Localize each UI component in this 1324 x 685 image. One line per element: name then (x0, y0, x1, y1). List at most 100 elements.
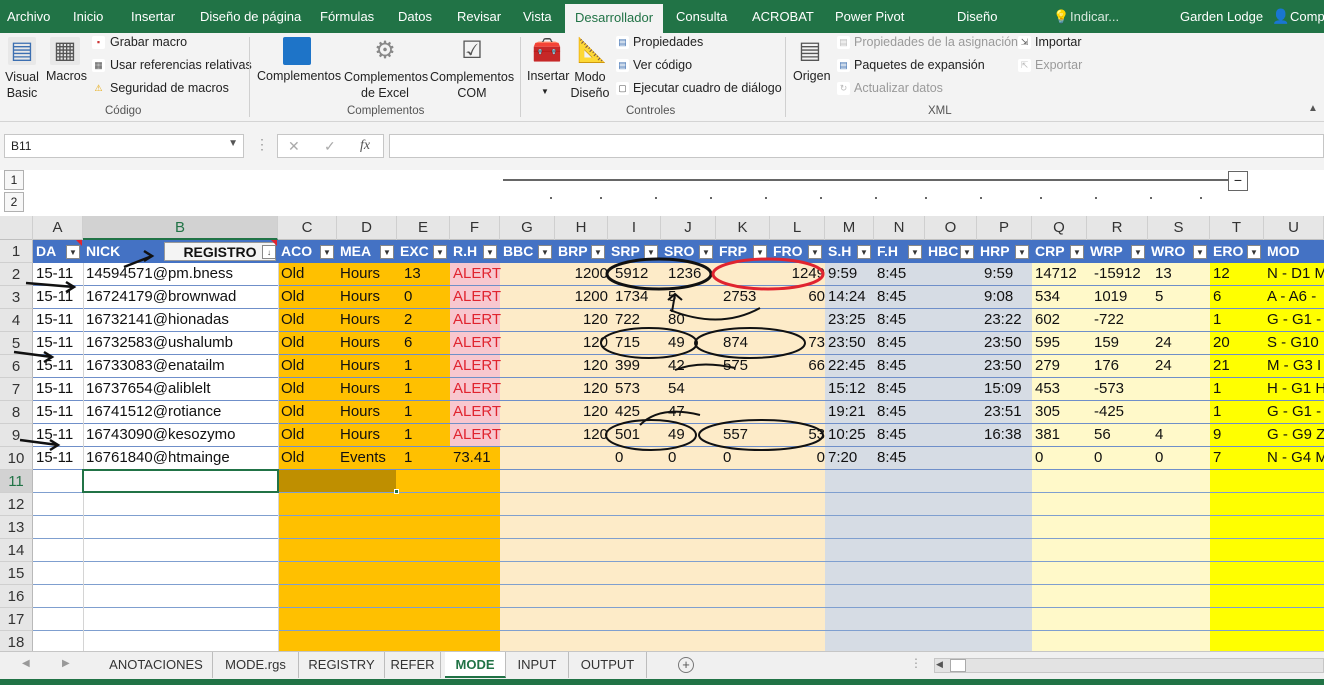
expansion-packs-button[interactable]: Paquetes de expansión (854, 58, 985, 72)
cell-q2[interactable]: 14712 (1032, 263, 1077, 286)
cell-r7[interactable]: -573 (1091, 378, 1124, 401)
cell-d8[interactable]: Hours (337, 401, 380, 424)
sheet-tab-mode-rgs[interactable]: MODE.rgs (213, 652, 299, 678)
cell-c6[interactable]: Old (278, 355, 304, 378)
cell-p6[interactable]: 23:50 (981, 355, 1022, 378)
cell-u5[interactable]: S - G10 (1264, 332, 1319, 355)
row-header-12[interactable]: 12 (0, 493, 33, 516)
cell-f3[interactable]: ALERT (450, 286, 501, 309)
column-header-m[interactable]: M (825, 216, 874, 240)
cell-a10[interactable]: 15-11 (33, 447, 73, 470)
chevron-down-icon[interactable]: ▼ (541, 87, 549, 96)
cell-d9[interactable]: Hours (337, 424, 380, 447)
cell-i8[interactable]: 425 (612, 401, 640, 424)
sheet-tab-registry[interactable]: REGISTRY (299, 652, 385, 678)
cell-n2[interactable]: 8:45 (874, 263, 906, 286)
menu-tab-desarrollador[interactable]: Desarrollador (565, 4, 664, 33)
cell-e3[interactable]: 0 (401, 286, 412, 309)
enter-icon[interactable]: ✓ (324, 138, 336, 155)
addins-button[interactable]: Complementos (257, 69, 341, 83)
cell-f2[interactable]: ALERT (450, 263, 501, 286)
filter-dropdown-a[interactable]: ▼ (66, 245, 80, 259)
cell-t5[interactable]: 20 (1210, 332, 1230, 355)
filter-sort-icon[interactable]: ↓ (262, 245, 276, 259)
menu-tab-insertar[interactable]: Insertar (131, 0, 175, 33)
cell-f10[interactable]: 73.41 (450, 447, 491, 470)
cell-c2[interactable]: Old (278, 263, 304, 286)
cell-r4[interactable]: -722 (1091, 309, 1124, 332)
scrollbar-thumb[interactable] (950, 659, 966, 672)
cell-u3[interactable]: A - A6 - (1264, 286, 1316, 309)
cell-i9[interactable]: 501 (612, 424, 640, 447)
scrollbar-left-arrow[interactable]: ◀ (936, 659, 943, 670)
cell-n4[interactable]: 8:45 (874, 309, 906, 332)
cell-n9[interactable]: 8:45 (874, 424, 906, 447)
column-header-r[interactable]: R (1087, 216, 1148, 240)
column-header-g[interactable]: G (500, 216, 555, 240)
row-header-10[interactable]: 10 (0, 447, 33, 470)
cell-e8[interactable]: 1 (401, 401, 412, 424)
row-header-8[interactable]: 8 (0, 401, 33, 424)
cell-k3[interactable]: 2753 (720, 286, 756, 309)
cell-m9[interactable]: 10:25 (825, 424, 866, 447)
menu-tab-diseno[interactable]: Diseño (957, 0, 997, 33)
menu-tab-inicio[interactable]: Inicio (73, 0, 103, 33)
cell-t4[interactable]: 1 (1210, 309, 1221, 332)
filter-dropdown-i[interactable]: ▼ (644, 245, 658, 259)
view-code-button[interactable]: Ver código (633, 58, 692, 72)
cell-n6[interactable]: 8:45 (874, 355, 906, 378)
cell-c7[interactable]: Old (278, 378, 304, 401)
column-header-b[interactable]: B (83, 216, 278, 240)
filter-dropdown-m[interactable]: ▼ (857, 245, 871, 259)
cell-s2[interactable]: 13 (1152, 263, 1172, 286)
cell-j2[interactable]: 1236 (665, 263, 701, 286)
cell-f6[interactable]: ALERT (450, 355, 501, 378)
sheet-tab-input[interactable]: INPUT (506, 652, 569, 678)
cell-i10[interactable]: 0 (612, 447, 623, 470)
column-header-j[interactable]: J (661, 216, 716, 240)
sheet-tab-refer[interactable]: REFER (385, 652, 441, 678)
sheet-tab-output[interactable]: OUTPUT (569, 652, 647, 678)
row-header-9[interactable]: 9 (0, 424, 33, 447)
cell-b10[interactable]: 16761840@htmainge (83, 447, 230, 470)
horizontal-scrollbar[interactable] (934, 658, 1324, 673)
menu-tab-diseno-pagina[interactable]: Diseño de página (200, 0, 301, 33)
cell-c4[interactable]: Old (278, 309, 304, 332)
cell-f9[interactable]: ALERT (450, 424, 501, 447)
cell-j7[interactable]: 54 (665, 378, 685, 401)
cell-p8[interactable]: 23:51 (981, 401, 1022, 424)
cell-b7[interactable]: 16737654@aliblelt (83, 378, 211, 401)
cell-s10[interactable]: 0 (1152, 447, 1163, 470)
cell-h8[interactable]: 120 (559, 401, 608, 424)
row-header-17[interactable]: 17 (0, 608, 33, 631)
cell-t2[interactable]: 12 (1210, 263, 1230, 286)
cell-t10[interactable]: 7 (1210, 447, 1221, 470)
column-header-l[interactable]: L (770, 216, 825, 240)
cell-a5[interactable]: 15-11 (33, 332, 73, 355)
cell-m3[interactable]: 14:24 (825, 286, 866, 309)
cell-q3[interactable]: 534 (1032, 286, 1060, 309)
cell-n3[interactable]: 8:45 (874, 286, 906, 309)
cell-p5[interactable]: 23:50 (981, 332, 1022, 355)
cell-l6[interactable]: 66 (774, 355, 825, 378)
cell-a4[interactable]: 15-11 (33, 309, 73, 332)
cell-l9[interactable]: 53 (774, 424, 825, 447)
filter-dropdown-h[interactable]: ▼ (591, 245, 605, 259)
cell-e7[interactable]: 1 (401, 378, 412, 401)
row-header-2[interactable]: 2 (0, 263, 33, 286)
cell-q7[interactable]: 453 (1032, 378, 1060, 401)
lightbulb-icon[interactable]: 💡 (1053, 0, 1069, 33)
cell-i7[interactable]: 573 (612, 378, 640, 401)
export-button[interactable]: Exportar (1035, 58, 1082, 72)
sheet-tab-anotaciones[interactable]: ANOTACIONES (100, 652, 213, 678)
cell-p3[interactable]: 9:08 (981, 286, 1013, 309)
cell-m2[interactable]: 9:59 (825, 263, 857, 286)
cell-m7[interactable]: 15:12 (825, 378, 866, 401)
run-dialog-button[interactable]: Ejecutar cuadro de diálogo (633, 81, 782, 95)
cell-q5[interactable]: 595 (1032, 332, 1060, 355)
cell-p9[interactable]: 16:38 (981, 424, 1022, 447)
cell-b3[interactable]: 16724179@brownwad (83, 286, 236, 309)
cell-d6[interactable]: Hours (337, 355, 380, 378)
source-button[interactable]: Origen (793, 69, 831, 83)
cell-h2[interactable]: 1200 (559, 263, 608, 286)
